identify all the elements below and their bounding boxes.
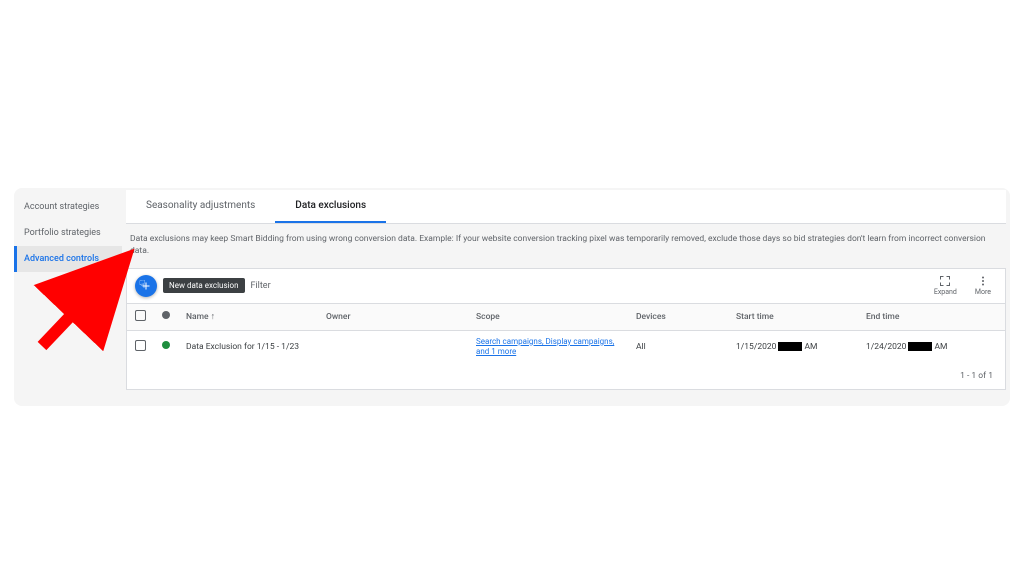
- description-text: Data exclusions may keep Smart Bidding f…: [126, 224, 1006, 268]
- expand-label: Expand: [934, 288, 957, 296]
- row-checkbox[interactable]: [135, 340, 146, 351]
- filter-label[interactable]: Filter: [251, 281, 271, 291]
- status-header-icon: [162, 311, 170, 319]
- sort-ascending-icon: ↑: [211, 312, 216, 322]
- data-exclusions-table: Name↑ Owner Scope Devices Start time End…: [127, 303, 1005, 363]
- table-container: ☟ New data exclusion Filter Expand More: [126, 268, 1006, 390]
- header-start-time[interactable]: Start time: [728, 303, 858, 330]
- more-vert-icon: [977, 275, 989, 287]
- more-button[interactable]: More: [969, 275, 997, 296]
- header-devices[interactable]: Devices: [628, 303, 728, 330]
- tab-seasonality-adjustments[interactable]: Seasonality adjustments: [126, 190, 275, 223]
- new-data-exclusion-tooltip: New data exclusion: [163, 278, 245, 293]
- cell-name: Data Exclusion for 1/15 - 1/23: [178, 330, 318, 363]
- header-name-label: Name: [186, 312, 209, 322]
- start-date: 1/15/2020: [736, 342, 776, 352]
- select-all-checkbox[interactable]: [135, 310, 146, 321]
- tab-data-exclusions[interactable]: Data exclusions: [275, 190, 386, 223]
- sidebar-item-portfolio-strategies[interactable]: Portfolio strategies: [14, 220, 122, 246]
- cell-owner: [318, 330, 468, 363]
- redacted-box: [778, 342, 802, 351]
- cell-end-time: 1/24/2020 AM: [858, 330, 1005, 363]
- pagination-text: 1 - 1 of 1: [127, 363, 1005, 389]
- header-scope[interactable]: Scope: [468, 303, 628, 330]
- end-suffix: AM: [934, 342, 947, 352]
- header-end-time[interactable]: End time: [858, 303, 1005, 330]
- status-enabled-icon: [162, 341, 170, 349]
- tabs-bar: Seasonality adjustments Data exclusions: [126, 190, 1006, 224]
- scope-link[interactable]: Search campaigns, Display campaigns, and…: [476, 337, 614, 356]
- plus-icon: [140, 280, 152, 292]
- more-label: More: [975, 288, 991, 296]
- end-date: 1/24/2020: [866, 342, 906, 352]
- expand-icon: [939, 275, 951, 287]
- toolbar: ☟ New data exclusion Filter Expand More: [127, 269, 1005, 303]
- new-data-exclusion-button[interactable]: ☟: [135, 275, 157, 297]
- table-header-row: Name↑ Owner Scope Devices Start time End…: [127, 303, 1005, 330]
- cell-start-time: 1/15/2020 AM: [728, 330, 858, 363]
- main-content: Seasonality adjustments Data exclusions …: [122, 188, 1010, 406]
- bid-strategies-panel: Account strategies Portfolio strategies …: [14, 188, 1010, 406]
- table-row[interactable]: Data Exclusion for 1/15 - 1/23 Search ca…: [127, 330, 1005, 363]
- sidebar-item-advanced-controls[interactable]: Advanced controls: [14, 246, 122, 272]
- cell-devices: All: [628, 330, 728, 363]
- header-owner[interactable]: Owner: [318, 303, 468, 330]
- redacted-box: [908, 342, 932, 351]
- sidebar: Account strategies Portfolio strategies …: [14, 188, 122, 406]
- header-name[interactable]: Name↑: [178, 303, 318, 330]
- start-suffix: AM: [804, 342, 817, 352]
- expand-button[interactable]: Expand: [928, 275, 963, 296]
- sidebar-item-account-strategies[interactable]: Account strategies: [14, 194, 122, 220]
